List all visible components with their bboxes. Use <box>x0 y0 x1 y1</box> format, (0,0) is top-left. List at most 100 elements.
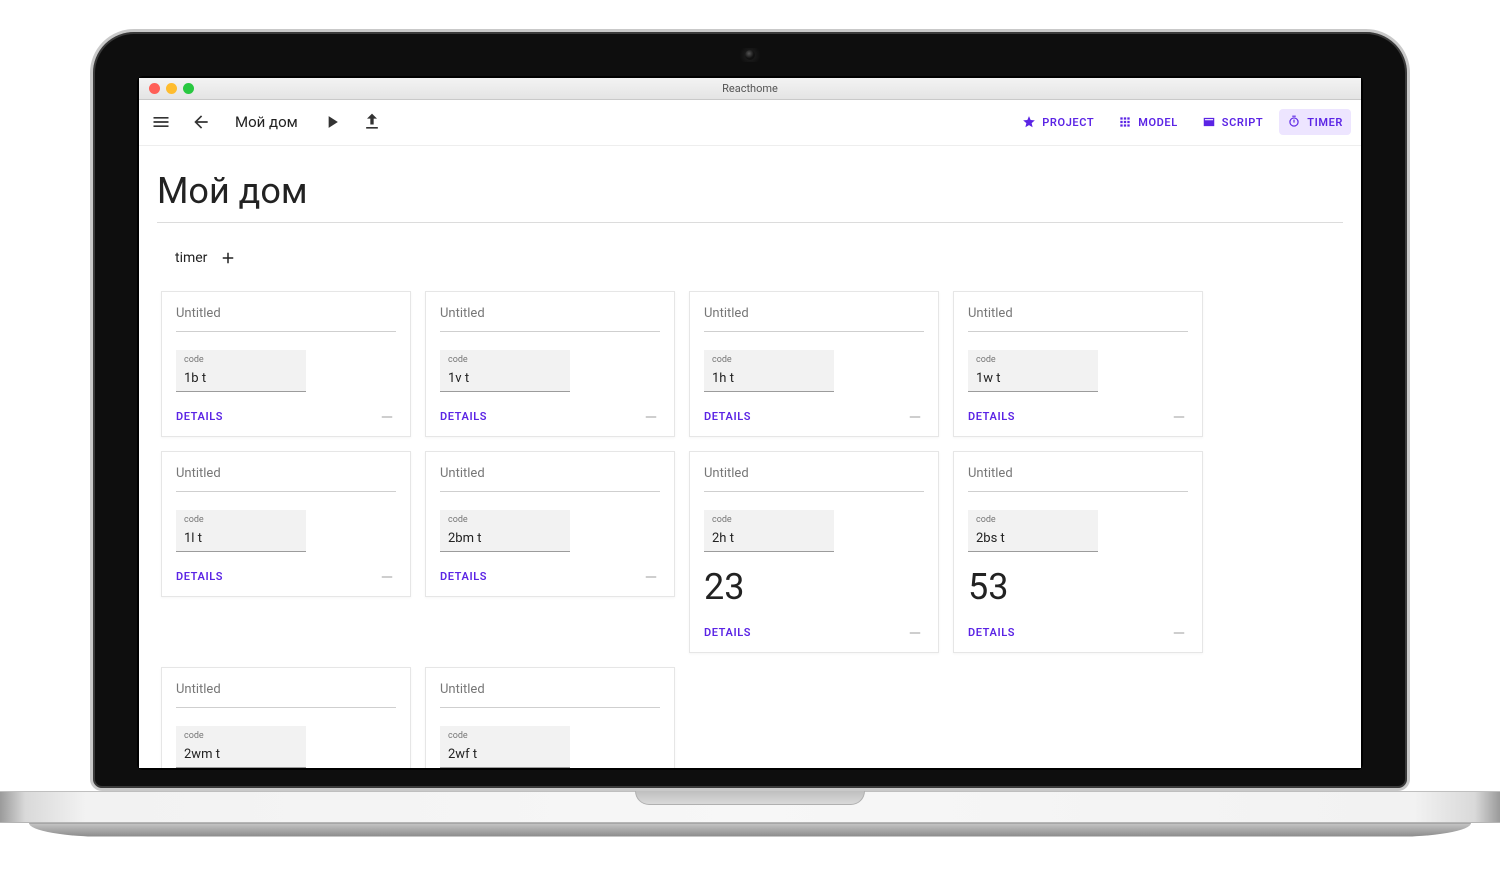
card-title: Untitled <box>440 682 660 708</box>
nav-tabs: PROJECT MODEL SCRIPT TIMER <box>1014 109 1351 135</box>
card-actions: DETAILS <box>440 408 660 426</box>
code-input[interactable] <box>184 747 298 762</box>
code-label: code <box>712 515 826 525</box>
add-icon[interactable] <box>219 249 237 267</box>
window-title: Reacthome <box>139 82 1361 95</box>
code-label: code <box>712 355 826 365</box>
code-input[interactable] <box>976 371 1090 386</box>
timer-card: UntitledcodeDETAILS <box>161 451 411 597</box>
code-input[interactable] <box>184 531 298 546</box>
section-label: timer <box>175 250 207 266</box>
card-title: Untitled <box>176 306 396 332</box>
code-input[interactable] <box>448 747 562 762</box>
tab-label: TIMER <box>1307 116 1343 129</box>
code-input[interactable] <box>712 531 826 546</box>
card-title: Untitled <box>968 466 1188 492</box>
back-icon[interactable] <box>189 110 213 134</box>
remove-icon[interactable] <box>642 408 660 426</box>
card-actions: DETAILS <box>704 624 924 642</box>
code-field[interactable]: code <box>176 726 306 768</box>
app-body[interactable]: Мой дом timer UntitledcodeDETAILSUntitle… <box>139 146 1361 768</box>
card-actions: DETAILS <box>440 568 660 586</box>
remove-icon[interactable] <box>906 408 924 426</box>
code-field[interactable]: code <box>440 510 570 552</box>
tab-script[interactable]: SCRIPT <box>1194 109 1271 135</box>
card-title: Untitled <box>704 466 924 492</box>
code-label: code <box>184 731 298 741</box>
tab-timer[interactable]: TIMER <box>1279 109 1351 135</box>
timer-card: UntitledcodeDETAILS <box>425 451 675 597</box>
code-field[interactable]: code <box>704 510 834 552</box>
timer-card: Untitled code DETAILS <box>425 291 675 437</box>
code-field[interactable]: code <box>968 510 1098 552</box>
card-title: Untitled <box>176 682 396 708</box>
camera-icon <box>734 48 766 62</box>
tab-project[interactable]: PROJECT <box>1014 109 1102 135</box>
code-field[interactable]: code <box>968 350 1098 392</box>
code-field[interactable]: code <box>704 350 834 392</box>
code-input[interactable] <box>448 371 562 386</box>
details-button[interactable]: DETAILS <box>968 626 1015 639</box>
card-actions: DETAILS <box>176 408 396 426</box>
window-titlebar: Reacthome <box>139 78 1361 100</box>
code-input[interactable] <box>712 371 826 386</box>
code-label: code <box>448 355 562 365</box>
screen-frame: Reacthome Мой дом <box>137 76 1363 770</box>
code-input[interactable] <box>448 531 562 546</box>
grid-icon <box>1118 115 1132 129</box>
tab-label: SCRIPT <box>1222 116 1263 129</box>
card-actions: DETAILS <box>176 568 396 586</box>
remove-icon[interactable] <box>906 624 924 642</box>
timer-card: Untitled code DETAILS <box>161 291 411 437</box>
remove-icon[interactable] <box>378 408 396 426</box>
page-title: Мой дом <box>157 170 1343 223</box>
toolbar-left: Мой дом <box>149 110 384 134</box>
timer-icon <box>1287 115 1301 129</box>
timer-card: UntitledcodeDETAILS <box>425 667 675 768</box>
code-label: code <box>448 731 562 741</box>
star-icon <box>1022 115 1036 129</box>
laptop-notch <box>635 791 865 805</box>
details-button[interactable]: DETAILS <box>176 570 223 583</box>
timer-card: Untitledcode53DETAILS <box>953 451 1203 653</box>
remove-icon[interactable] <box>1170 624 1188 642</box>
details-button[interactable]: DETAILS <box>704 626 751 639</box>
code-label: code <box>184 355 298 365</box>
code-label: code <box>184 515 298 525</box>
code-field[interactable]: code <box>440 350 570 392</box>
card-actions: DETAILS <box>704 408 924 426</box>
laptop-frame: Reacthome Мой дом <box>90 29 1410 841</box>
app-toolbar: Мой дом PROJECT <box>139 100 1361 146</box>
laptop-bezel: Reacthome Мой дом <box>90 29 1410 791</box>
timer-card: UntitledcodeDETAILS <box>953 291 1203 437</box>
code-label: code <box>976 355 1090 365</box>
code-input[interactable] <box>976 531 1090 546</box>
details-button[interactable]: DETAILS <box>968 410 1015 423</box>
tab-model[interactable]: MODEL <box>1110 109 1186 135</box>
script-icon <box>1202 115 1216 129</box>
card-actions: DETAILS <box>968 624 1188 642</box>
details-button[interactable]: DETAILS <box>440 570 487 583</box>
upload-icon[interactable] <box>360 110 384 134</box>
code-field[interactable]: code <box>176 350 306 392</box>
details-button[interactable]: DETAILS <box>440 410 487 423</box>
code-label: code <box>448 515 562 525</box>
details-button[interactable]: DETAILS <box>176 410 223 423</box>
card-title: Untitled <box>440 306 660 332</box>
code-input[interactable] <box>184 371 298 386</box>
screen: Reacthome Мой дом <box>139 78 1361 768</box>
details-button[interactable]: DETAILS <box>704 410 751 423</box>
remove-icon[interactable] <box>642 568 660 586</box>
laptop-base <box>0 791 1500 841</box>
code-field[interactable]: code <box>176 510 306 552</box>
section-header: timer <box>157 249 1343 267</box>
code-field[interactable]: code <box>440 726 570 768</box>
menu-icon[interactable] <box>149 110 173 134</box>
play-icon[interactable] <box>320 110 344 134</box>
timer-value: 23 <box>704 566 924 608</box>
timer-card: Untitledcode53 <box>161 667 411 768</box>
remove-icon[interactable] <box>378 568 396 586</box>
code-label: code <box>976 515 1090 525</box>
card-title: Untitled <box>704 306 924 332</box>
remove-icon[interactable] <box>1170 408 1188 426</box>
